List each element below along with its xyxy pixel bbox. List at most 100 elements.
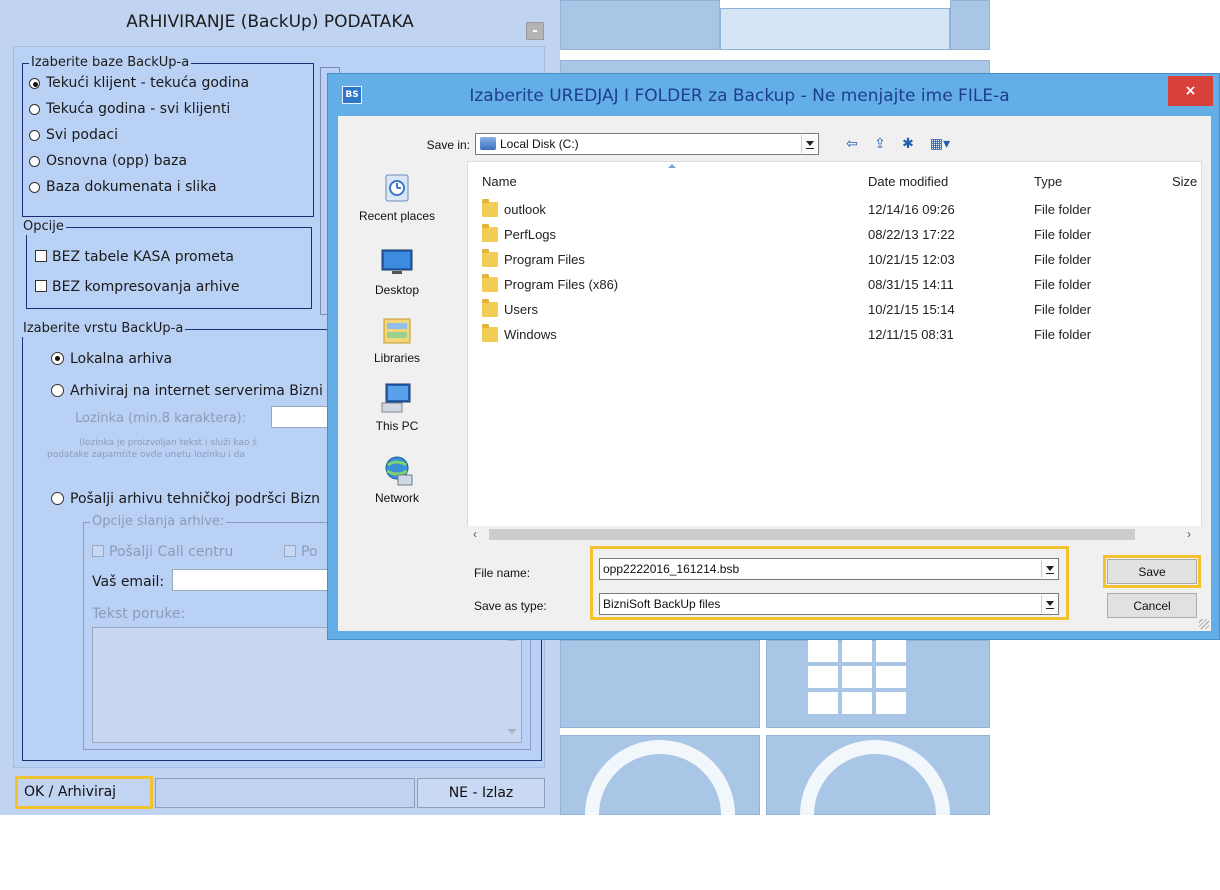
password-input[interactable] (271, 406, 331, 428)
column-size[interactable]: Size (1172, 174, 1197, 189)
column-type[interactable]: Type (1034, 174, 1062, 189)
grid-cell (842, 692, 872, 714)
radio-icon[interactable] (29, 182, 40, 193)
column-name[interactable]: Name (482, 174, 517, 189)
file-type: File folder (1034, 202, 1092, 217)
base-option-all-data[interactable]: Svi podaci (29, 126, 118, 144)
new-folder-icon[interactable]: ✱ (899, 134, 917, 152)
checkbox-label: Po (301, 544, 318, 560)
radio-icon[interactable] (51, 384, 64, 397)
checkbox-icon[interactable] (35, 280, 47, 292)
place-label: Network (374, 491, 419, 505)
base-option-current-client[interactable]: Tekući klijent - tekuća godina (29, 74, 249, 92)
file-row[interactable]: Users 10/21/15 15:14 File folder (468, 298, 1203, 323)
no-cash-table-checkbox[interactable]: BEZ tabele KASA prometa (35, 248, 234, 266)
column-date[interactable]: Date modified (868, 174, 948, 189)
internet-archive-radio[interactable]: Arhiviraj na internet serverima Bizni (51, 382, 323, 400)
up-folder-icon[interactable]: ⇪ (871, 134, 889, 152)
file-row[interactable]: Program Files (x86) 08/31/15 14:11 File … (468, 273, 1203, 298)
checkbox-icon[interactable] (284, 545, 296, 557)
save-button[interactable]: Save (1107, 559, 1197, 584)
file-row[interactable]: Windows 12/11/15 08:31 File folder (468, 323, 1203, 348)
progress-field (155, 778, 415, 808)
file-name: PerfLogs (504, 227, 557, 242)
file-name: Windows (504, 327, 557, 342)
local-disk-icon (480, 137, 496, 150)
base-option-documents[interactable]: Baza dokumenata i slika (29, 178, 217, 196)
file-row[interactable]: Program Files 10/21/15 12:03 File folder (468, 248, 1203, 273)
exit-button[interactable]: NE - Izlaz (417, 778, 545, 808)
desktop-tile (950, 0, 990, 50)
panel-title: ARHIVIRANJE (BackUp) PODATAKA (126, 12, 414, 32)
place-desktop[interactable]: Desktop (352, 245, 442, 297)
file-list[interactable]: Name Date modified Type Size outlook 12/… (467, 161, 1202, 543)
chevron-down-icon[interactable] (801, 135, 817, 153)
folder-icon (482, 299, 498, 317)
dialog-body: Save in: Local Disk (C:) ⇦ ⇪ ✱ ▦▾ Recent… (338, 116, 1211, 631)
password-note-line2: podatake zapamtite ovde unetu lozinku i … (47, 450, 245, 460)
place-this-pc[interactable]: This PC (352, 381, 442, 433)
close-icon[interactable]: × (1168, 76, 1213, 106)
file-type: File folder (1034, 277, 1092, 292)
view-menu-icon[interactable]: ▦▾ (927, 134, 953, 152)
file-date: 08/31/15 14:11 (868, 277, 954, 292)
file-name: Users (504, 302, 538, 317)
checkbox-label: BEZ tabele KASA prometa (52, 249, 234, 265)
cancel-button[interactable]: Cancel (1107, 593, 1197, 618)
message-textarea[interactable] (92, 627, 522, 743)
save-type-select[interactable]: BizniSoft BackUp files (599, 593, 1059, 615)
save-type-label: Save as type: (474, 599, 547, 613)
grid-cell (808, 666, 838, 688)
scroll-left-icon[interactable]: ‹ (473, 527, 477, 541)
file-name-label: File name: (474, 566, 531, 580)
place-label: Desktop (374, 283, 420, 297)
minimize-icon[interactable] (526, 22, 544, 40)
save-in-combo[interactable]: Local Disk (C:) (475, 133, 819, 155)
no-compression-checkbox[interactable]: BEZ kompresovanja arhive (35, 278, 240, 296)
back-icon[interactable]: ⇦ (843, 134, 861, 152)
place-label: Recent places (358, 209, 436, 223)
chevron-down-icon[interactable] (1041, 560, 1057, 578)
radio-icon[interactable] (29, 104, 40, 115)
checkbox-icon[interactable] (35, 250, 47, 262)
scroll-right-icon[interactable]: › (1187, 527, 1191, 541)
resize-grip[interactable] (1199, 619, 1209, 629)
file-row[interactable]: outlook 12/14/16 09:26 File folder (468, 198, 1203, 223)
scroll-down-icon[interactable] (507, 729, 517, 734)
place-recent[interactable]: Recent places (352, 171, 442, 223)
save-in-value: Local Disk (C:) (500, 137, 579, 151)
folder-icon (482, 324, 498, 342)
radio-icon[interactable] (51, 492, 64, 505)
local-archive-radio[interactable]: Lokalna arhiva (51, 350, 172, 368)
file-row[interactable]: PerfLogs 08/22/13 17:22 File folder (468, 223, 1203, 248)
email-input[interactable] (172, 569, 332, 591)
bases-legend: Izaberite baze BackUp-a (29, 55, 192, 71)
radio-icon[interactable] (29, 130, 40, 141)
radio-icon[interactable] (51, 352, 64, 365)
grid-cell (876, 692, 906, 714)
file-type: File folder (1034, 252, 1092, 267)
option-label: Osnovna (opp) baza (46, 153, 188, 169)
desktop-tile (560, 640, 760, 728)
checkbox-icon[interactable] (92, 545, 104, 557)
send-other-checkbox[interactable]: Po (284, 543, 318, 561)
chevron-down-icon[interactable] (1041, 595, 1057, 613)
base-option-current-year[interactable]: Tekuća godina - svi klijenti (29, 100, 230, 118)
place-network[interactable]: Network (352, 453, 442, 505)
radio-icon[interactable] (29, 78, 40, 89)
file-type: File folder (1034, 327, 1092, 342)
base-option-basic-db[interactable]: Osnovna (opp) baza (29, 152, 187, 170)
radio-icon[interactable] (29, 156, 40, 167)
file-name: Program Files (504, 252, 585, 267)
place-libraries[interactable]: Libraries (352, 313, 442, 365)
horizontal-scrollbar[interactable]: ‹ › (467, 526, 1202, 543)
sort-arrow-icon (668, 164, 676, 168)
scroll-thumb[interactable] (489, 529, 1135, 540)
option-label: Svi podaci (46, 127, 119, 143)
send-call-center-checkbox[interactable]: Pošalji Call centru (92, 543, 233, 561)
ok-archive-button[interactable]: OK / Arhiviraj (15, 776, 153, 809)
file-name-input[interactable]: opp2222016_161214.bsb (599, 558, 1059, 580)
password-label: Lozinka (min.8 karaktera): (75, 411, 247, 426)
send-support-radio[interactable]: Pošalji arhivu tehničkoj podršci Bizn (51, 490, 320, 508)
password-note-line1: (lozinka je proizvoljan tekst i služi ka… (79, 438, 257, 448)
